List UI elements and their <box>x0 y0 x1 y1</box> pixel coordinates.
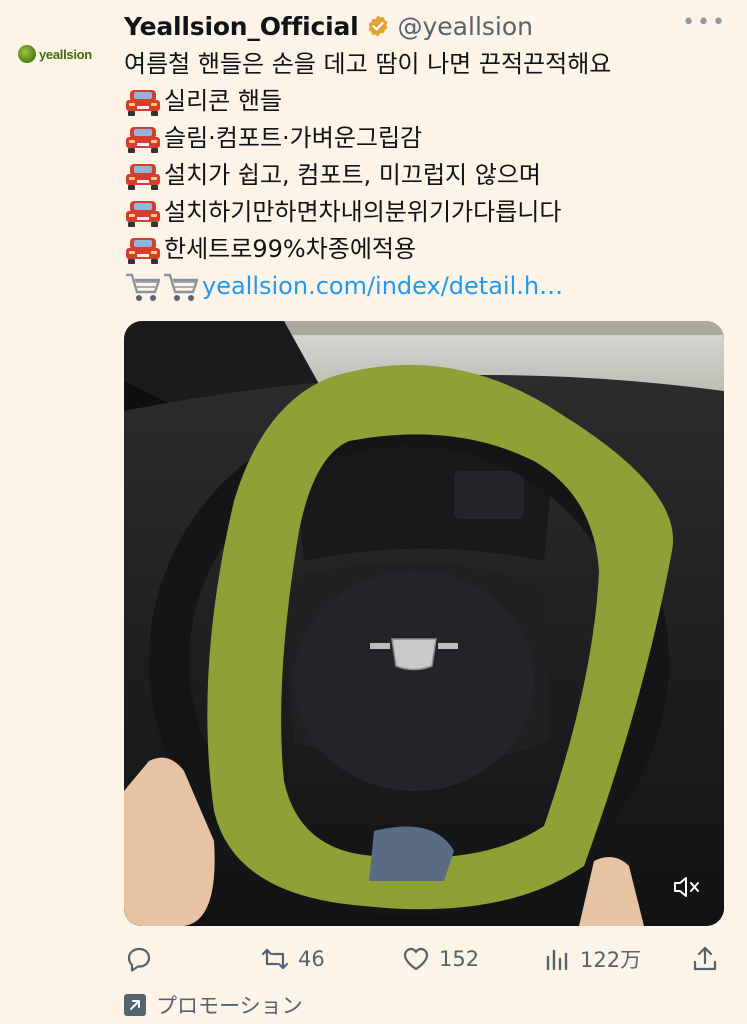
product-link[interactable]: yeallsion.com/index/detail.h… <box>202 268 563 305</box>
car-emoji-icon <box>126 237 160 264</box>
action-bar: 46 152 122万 <box>124 938 724 982</box>
reply-icon <box>127 947 151 972</box>
video-player[interactable] <box>124 321 724 926</box>
share-icon <box>693 946 717 971</box>
tweet-line-text: 실리콘 핸들 <box>164 87 283 115</box>
tweet-line: 여름철 핸들은 손을 데고 땀이 나면 끈적끈적해요 <box>124 46 724 83</box>
avatar[interactable]: yeallsion <box>18 32 110 76</box>
tweet-line-text: 설치가 쉽고, 컴포트, 미끄럽지 않으며 <box>164 161 541 189</box>
user-handle[interactable]: @yeallsion <box>398 12 534 41</box>
avatar-wordmark: yeallsion <box>39 46 92 62</box>
mute-icon[interactable] <box>672 874 702 900</box>
promoted-text: プロモーション <box>156 994 303 1018</box>
tweet-line-text: 설치하기만하면차내의분위기가다릅니다 <box>164 198 562 226</box>
tweet-line: 실리콘 핸들 <box>124 83 724 120</box>
more-icon[interactable]: ••• <box>682 10 727 35</box>
tweet-line: 설치가 쉽고, 컴포트, 미끄럽지 않으며 <box>124 157 724 194</box>
cart-emoji-icon <box>164 273 199 301</box>
like-button[interactable]: 152 <box>401 944 479 974</box>
tweet-line-text: 여름철 핸들은 손을 데고 땀이 나면 끈적끈적해요 <box>124 50 612 78</box>
tweet-text: 여름철 핸들은 손을 데고 땀이 나면 끈적끈적해요 실리콘 핸들 슬림·컴포트… <box>124 46 724 305</box>
views-icon <box>546 949 568 971</box>
like-count: 152 <box>439 947 480 971</box>
verified-badge-icon <box>368 15 387 37</box>
video-frame <box>124 321 724 926</box>
heart-icon <box>403 947 429 971</box>
tweet-line: 슬림·컴포트·가벼운그립감 <box>124 120 724 157</box>
car-emoji-icon <box>126 163 160 190</box>
leaf-logo-icon <box>18 45 36 63</box>
retweet-count: 46 <box>298 947 325 971</box>
views-count: 122万 <box>580 948 642 972</box>
views-button[interactable]: 122万 <box>542 944 641 974</box>
tweet-line: 설치하기만하면차내의분위기가다릅니다 <box>124 194 724 231</box>
tweet-header: Yeallsion_Official @yeallsion ••• <box>124 8 727 44</box>
reply-button[interactable] <box>124 944 162 974</box>
retweet-icon <box>261 948 289 970</box>
promoted-label: プロモーション <box>124 990 303 1020</box>
tweet-line: 한세트로99%차종에적용 <box>124 231 724 268</box>
cart-emoji-icon <box>126 273 161 301</box>
display-name[interactable]: Yeallsion_Official <box>124 12 359 41</box>
tweet-link-line: yeallsion.com/index/detail.h… <box>124 268 724 305</box>
tweet-line-text: 슬림·컴포트·가벼운그립감 <box>164 124 423 152</box>
tweet-line-text: 한세트로99%차종에적용 <box>164 235 417 263</box>
car-emoji-icon <box>126 89 160 116</box>
car-emoji-icon <box>126 200 160 227</box>
share-button[interactable] <box>690 944 720 974</box>
retweet-button[interactable]: 46 <box>260 944 325 974</box>
promoted-arrow-icon <box>124 994 146 1016</box>
car-emoji-icon <box>126 126 160 153</box>
